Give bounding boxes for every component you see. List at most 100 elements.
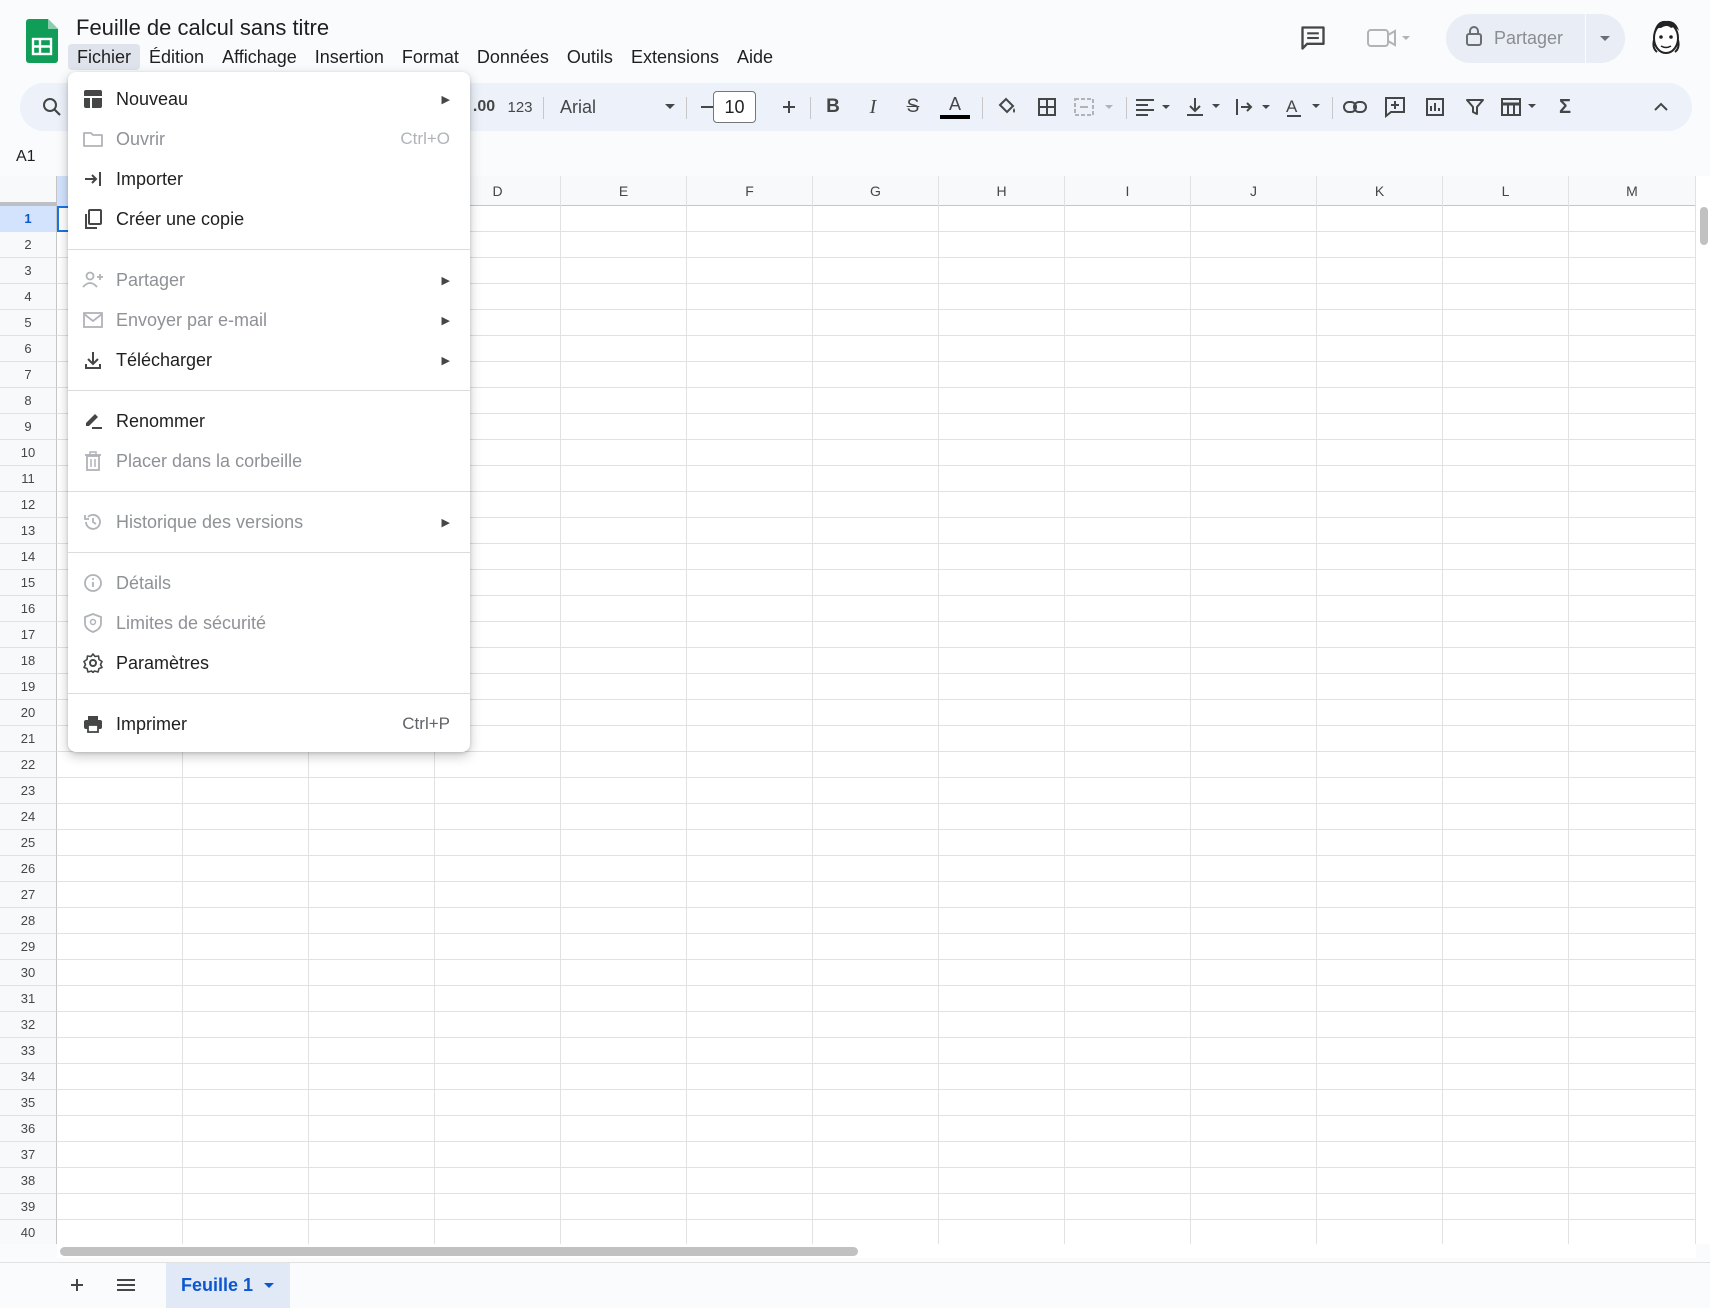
- row-header[interactable]: 24: [0, 804, 57, 830]
- sheet-tab-feuille-1[interactable]: Feuille 1: [166, 1263, 290, 1308]
- menu-item-renommer[interactable]: Renommer: [68, 401, 470, 441]
- menu-item-creer-une-copie[interactable]: Créer une copie: [68, 199, 470, 239]
- menu-item-imprimer[interactable]: Imprimer Ctrl+P: [68, 704, 470, 744]
- menu-item-limites-de-securite[interactable]: Limites de sécurité: [68, 603, 470, 643]
- row-header[interactable]: 16: [0, 596, 57, 622]
- strikethrough-icon[interactable]: S: [898, 83, 928, 131]
- comment-add-icon[interactable]: [1378, 83, 1412, 131]
- menu-aide[interactable]: Aide: [728, 44, 782, 70]
- sheets-logo-icon[interactable]: [26, 19, 58, 63]
- menu-extensions[interactable]: Extensions: [622, 44, 728, 70]
- horizontal-scroll-thumb[interactable]: [60, 1247, 858, 1256]
- row-header[interactable]: 25: [0, 830, 57, 856]
- row-header[interactable]: 36: [0, 1116, 57, 1142]
- document-title[interactable]: Feuille de calcul sans titre: [76, 15, 329, 41]
- link-icon[interactable]: [1338, 83, 1372, 131]
- all-sheets-icon[interactable]: [113, 1272, 139, 1298]
- collapse-icon[interactable]: [1644, 83, 1678, 131]
- vertical-scroll-thumb[interactable]: [1700, 207, 1708, 245]
- column-header[interactable]: K: [1317, 176, 1443, 206]
- chevron-down-icon[interactable]: [263, 1282, 275, 1290]
- row-header[interactable]: 22: [0, 752, 57, 778]
- menu-edition[interactable]: Édition: [140, 44, 213, 70]
- row-header[interactable]: 11: [0, 466, 57, 492]
- column-header[interactable]: G: [813, 176, 939, 206]
- row-header[interactable]: 4: [0, 284, 57, 310]
- italic-icon[interactable]: I: [858, 83, 888, 131]
- menu-item-details[interactable]: Détails: [68, 563, 470, 603]
- row-header[interactable]: 20: [0, 700, 57, 726]
- menu-item-partager[interactable]: Partager ▶: [68, 260, 470, 300]
- row-header[interactable]: 32: [0, 1012, 57, 1038]
- fill-color-icon[interactable]: [990, 83, 1024, 131]
- chart-icon[interactable]: [1418, 83, 1452, 131]
- row-header[interactable]: 17: [0, 622, 57, 648]
- decimal-increase-icon[interactable]: .00: [464, 83, 504, 131]
- borders-icon[interactable]: [1030, 83, 1064, 131]
- row-header[interactable]: 27: [0, 882, 57, 908]
- valign-icon[interactable]: [1182, 83, 1226, 131]
- menu-donnees[interactable]: Données: [468, 44, 558, 70]
- column-header[interactable]: L: [1443, 176, 1569, 206]
- row-header[interactable]: 30: [0, 960, 57, 986]
- merge-cells-icon[interactable]: [1070, 83, 1120, 131]
- row-header[interactable]: 29: [0, 934, 57, 960]
- share-button[interactable]: Partager: [1446, 14, 1625, 63]
- menu-item-parametres[interactable]: Paramètres: [68, 643, 470, 683]
- column-header[interactable]: M: [1569, 176, 1696, 206]
- menu-item-placer-dans-la-corbeille[interactable]: Placer dans la corbeille: [68, 441, 470, 481]
- column-header[interactable]: J: [1191, 176, 1317, 206]
- row-header[interactable]: 33: [0, 1038, 57, 1064]
- column-header[interactable]: H: [939, 176, 1065, 206]
- rotate-icon[interactable]: A: [1282, 83, 1326, 131]
- share-dropdown-button[interactable]: [1586, 14, 1624, 63]
- menu-item-historique-des-versions[interactable]: Historique des versions ▶: [68, 502, 470, 542]
- row-header[interactable]: 26: [0, 856, 57, 882]
- row-header[interactable]: 21: [0, 726, 57, 752]
- row-header[interactable]: 38: [0, 1168, 57, 1194]
- text-color-icon[interactable]: A: [938, 83, 972, 131]
- increase-size-icon[interactable]: [774, 83, 804, 131]
- share-main-button[interactable]: Partager: [1446, 14, 1586, 63]
- select-all-corner[interactable]: [0, 176, 57, 206]
- row-header[interactable]: 13: [0, 518, 57, 544]
- row-header[interactable]: 18: [0, 648, 57, 674]
- row-header[interactable]: 8: [0, 388, 57, 414]
- search-icon[interactable]: [38, 83, 66, 131]
- menu-item-nouveau[interactable]: Nouveau ▶: [68, 79, 470, 119]
- font-size-input[interactable]: 10: [713, 91, 756, 123]
- row-header[interactable]: 40: [0, 1220, 57, 1244]
- row-header[interactable]: 5: [0, 310, 57, 336]
- menu-item-importer[interactable]: Importer: [68, 159, 470, 199]
- filter-icon[interactable]: [1458, 83, 1492, 131]
- video-call-icon[interactable]: [1366, 24, 1414, 52]
- menu-affichage[interactable]: Affichage: [213, 44, 306, 70]
- row-header[interactable]: 1: [0, 206, 57, 232]
- row-header[interactable]: 28: [0, 908, 57, 934]
- row-header[interactable]: 3: [0, 258, 57, 284]
- row-header[interactable]: 31: [0, 986, 57, 1012]
- menu-fichier[interactable]: Fichier: [68, 44, 141, 70]
- font-dropdown[interactable]: Arial: [560, 83, 680, 131]
- row-header[interactable]: 34: [0, 1064, 57, 1090]
- functions-icon[interactable]: Σ: [1548, 83, 1582, 131]
- menu-outils[interactable]: Outils: [558, 44, 622, 70]
- add-sheet-icon[interactable]: [64, 1272, 90, 1298]
- row-header[interactable]: 6: [0, 336, 57, 362]
- number-format-button[interactable]: 123: [502, 83, 538, 131]
- row-header[interactable]: 35: [0, 1090, 57, 1116]
- row-header[interactable]: 15: [0, 570, 57, 596]
- vertical-scrollbar[interactable]: [1696, 176, 1710, 1244]
- avatar[interactable]: [1649, 18, 1683, 58]
- row-header[interactable]: 12: [0, 492, 57, 518]
- menu-format[interactable]: Format: [393, 44, 468, 70]
- menu-item-envoyer-par-e-mail[interactable]: Envoyer par e-mail ▶: [68, 300, 470, 340]
- row-header[interactable]: 7: [0, 362, 57, 388]
- column-header[interactable]: I: [1065, 176, 1191, 206]
- menu-insertion[interactable]: Insertion: [306, 44, 393, 70]
- column-header[interactable]: E: [561, 176, 687, 206]
- row-header[interactable]: 9: [0, 414, 57, 440]
- menu-item-telecharger[interactable]: Télécharger ▶: [68, 340, 470, 380]
- row-header[interactable]: 10: [0, 440, 57, 466]
- name-box[interactable]: A1: [16, 148, 36, 166]
